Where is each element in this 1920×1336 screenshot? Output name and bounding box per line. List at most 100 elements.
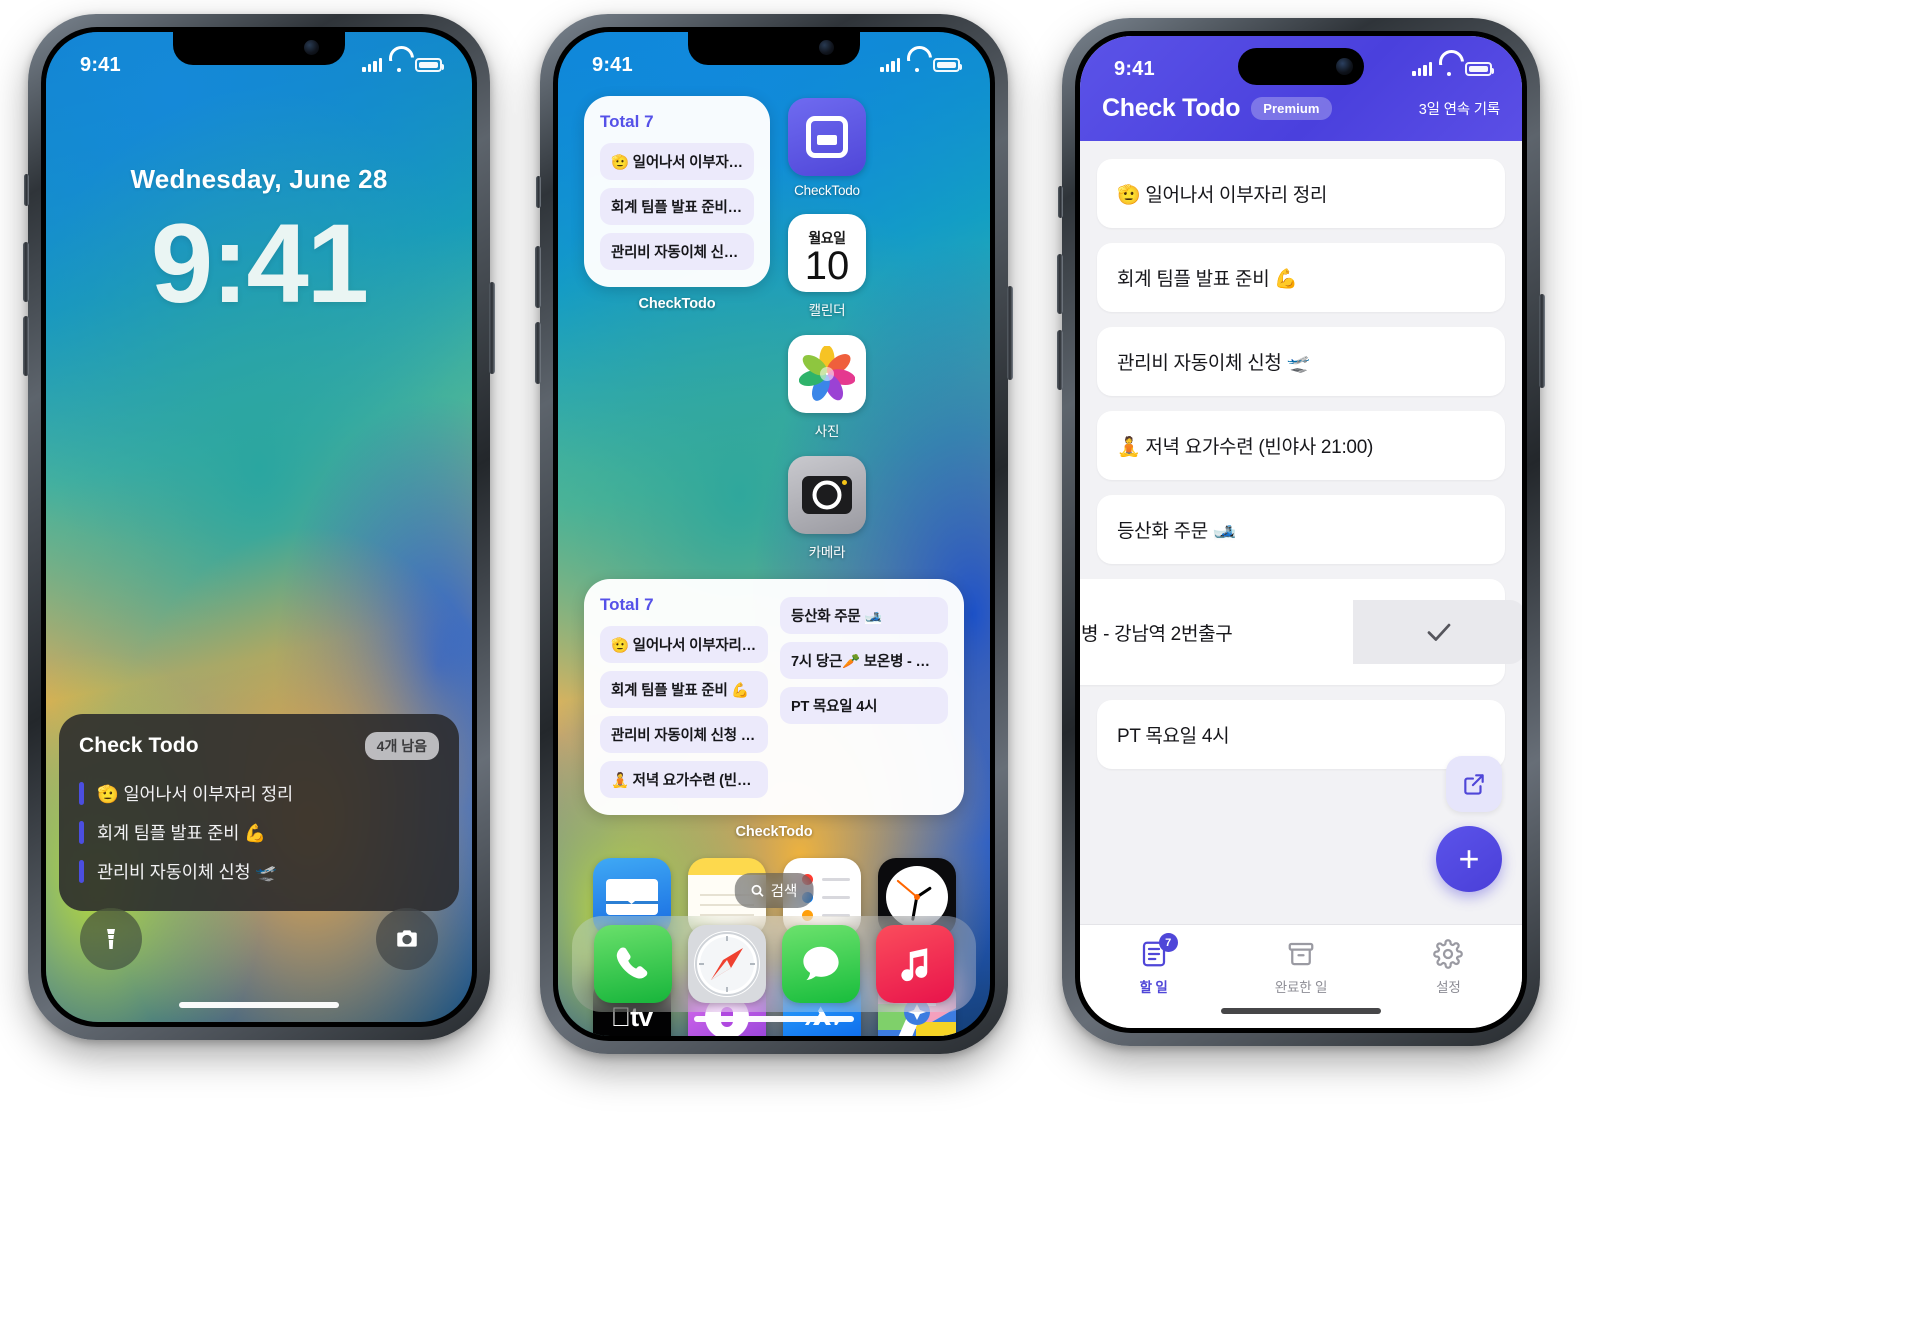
calendar-app-icon: 월요일 10 <box>788 214 866 292</box>
checktodo-app-icon <box>788 98 866 176</box>
volume-up-button[interactable] <box>535 246 541 308</box>
camera-icon <box>397 930 417 947</box>
camera-button[interactable] <box>376 908 438 970</box>
tab-label: 설정 <box>1436 980 1461 995</box>
phone-app-screen: Check Todo Premium 3일 연속 기록 🫡 일어나서 이부자리 … <box>1057 18 1545 1046</box>
todo-item[interactable]: PT 목요일 4시 <box>1097 700 1505 769</box>
widget-todo-chip: 관리비 자동이체 신청 🛫 <box>600 716 768 753</box>
check-todo-app: Check Todo Premium 3일 연속 기록 🫡 일어나서 이부자리 … <box>1080 36 1522 1028</box>
volume-up-button[interactable] <box>23 242 29 302</box>
notification-remaining-badge: 4개 남음 <box>364 732 439 760</box>
phone-lock-screen: 9:41 Wednesday, June 28 9:41 Check Todo … <box>23 14 495 1040</box>
app-checktodo[interactable]: CheckTodo <box>788 98 866 198</box>
volume-down-button[interactable] <box>1057 330 1063 390</box>
notch <box>688 32 860 65</box>
premium-badge[interactable]: Premium <box>1251 97 1332 120</box>
streak-label: 3일 연속 기록 <box>1418 102 1500 118</box>
widget-todo-chip: 회계 팀플 발표 준비 💪 <box>600 188 754 225</box>
camera-app-icon <box>788 456 866 534</box>
power-button[interactable] <box>1539 294 1545 388</box>
home-indicator[interactable] <box>1221 1008 1381 1014</box>
widget-todo-chip: 🧘 저녁 요가수련 (빈야사 21... <box>600 761 768 798</box>
mute-switch[interactable] <box>536 176 541 208</box>
add-todo-button[interactable]: + <box>1436 826 1502 892</box>
search-icon <box>751 884 764 897</box>
page-title: Check Todo <box>1102 94 1241 122</box>
battery-icon <box>415 58 444 72</box>
notification-item: 회계 팀플 발표 준비 💪 <box>79 813 439 852</box>
front-camera-icon <box>1336 58 1353 75</box>
share-button[interactable] <box>1446 756 1502 812</box>
notification-item: 🫡 일어나서 이부자리 정리 <box>79 774 439 813</box>
tab-settings[interactable]: 설정 <box>1375 939 1522 996</box>
tab-label: 할 일 <box>1139 980 1168 995</box>
search-button[interactable]: 검색 <box>734 873 814 908</box>
home-indicator[interactable] <box>179 1002 339 1008</box>
app-calendar[interactable]: 월요일 10 캘린더 <box>788 214 866 319</box>
cellular-bars-icon <box>880 58 900 72</box>
lock-screen: 9:41 Wednesday, June 28 9:41 Check Todo … <box>46 32 472 1022</box>
photos-app-icon <box>788 335 866 413</box>
wifi-icon <box>907 58 926 72</box>
widget-todo-chip: PT 목요일 4시 <box>780 687 948 724</box>
todo-item[interactable]: 관리비 자동이체 신청 🛫 <box>1097 327 1505 396</box>
todo-item[interactable]: 🫡 일어나서 이부자리 정리 <box>1097 159 1505 228</box>
wifi-icon <box>1439 62 1458 76</box>
todo-list: 🫡 일어나서 이부자리 정리 회계 팀플 발표 준비 💪 관리비 자동이체 신청… <box>1080 141 1522 924</box>
phone-app-icon[interactable] <box>594 925 672 1003</box>
mute-switch[interactable] <box>1058 186 1063 218</box>
volume-up-button[interactable] <box>1057 254 1063 314</box>
tab-completed[interactable]: 완료한 일 <box>1227 939 1374 996</box>
todo-item[interactable]: 등산화 주문 🎿 <box>1097 495 1505 564</box>
todo-item-swiped[interactable]: 병 - 강남역 2번출구 <box>1080 579 1522 685</box>
widget-todo-chip: 관리비 자동이체 신청... <box>600 233 754 270</box>
notch <box>173 32 345 65</box>
screenshot-stage: 9:41 Wednesday, June 28 9:41 Check Todo … <box>0 0 1920 1336</box>
flashlight-button[interactable] <box>80 908 142 970</box>
search-label: 검색 <box>770 884 798 900</box>
volume-down-button[interactable] <box>535 322 541 384</box>
widget-name-label: CheckTodo <box>638 296 716 312</box>
cellular-bars-icon <box>362 58 382 72</box>
add-icon: + <box>1458 838 1480 879</box>
notification-card[interactable]: Check Todo 4개 남음 🫡 일어나서 이부자리 정리 회계 팀플 발표… <box>59 714 459 911</box>
app-camera[interactable]: 카메라 <box>788 456 866 561</box>
accent-bar-icon <box>79 860 84 883</box>
messages-app-icon[interactable] <box>782 925 860 1003</box>
home-indicator[interactable] <box>694 1016 854 1022</box>
lock-date: Wednesday, June 28 <box>130 164 388 194</box>
cellular-bars-icon <box>1412 62 1432 76</box>
notification-app-title: Check Todo <box>79 734 199 757</box>
music-app-icon[interactable] <box>876 925 954 1003</box>
widget-todo-chip: 🫡 일어나서 이부자리... <box>600 143 754 180</box>
lock-clock: 9:41 <box>150 201 369 326</box>
tab-todo[interactable]: 7 할 일 <box>1080 933 1227 996</box>
todo-item[interactable]: 회계 팀플 발표 준비 💪 <box>1097 243 1505 312</box>
wifi-icon <box>389 58 408 72</box>
accent-bar-icon <box>79 782 84 805</box>
mute-switch[interactable] <box>24 174 29 206</box>
checktodo-large-widget[interactable]: Total 7 🫡 일어나서 이부자리 정리 회계 팀플 발표 준비 💪 관리비… <box>584 579 964 815</box>
tab-label: 완료한 일 <box>1274 980 1328 995</box>
power-button[interactable] <box>1007 286 1013 380</box>
widget-name-label: CheckTodo <box>735 824 813 840</box>
dock <box>572 916 976 1012</box>
share-icon <box>1464 774 1484 795</box>
power-button[interactable] <box>489 282 495 374</box>
todo-item[interactable]: 🧘 저녁 요가수련 (빈야사 21:00) <box>1097 411 1505 480</box>
battery-icon <box>1465 62 1494 76</box>
app-photos[interactable]: 사진 <box>788 335 866 440</box>
archive-icon <box>1286 939 1316 969</box>
widget-todo-chip: 회계 팀플 발표 준비 💪 <box>600 671 768 708</box>
widget-todo-chip: 🫡 일어나서 이부자리 정리 <box>600 626 768 663</box>
notification-item-text: 🫡 일어나서 이부자리 정리 <box>97 784 293 804</box>
volume-down-button[interactable] <box>23 316 29 376</box>
gear-icon <box>1433 939 1464 969</box>
safari-app-icon[interactable] <box>688 925 766 1003</box>
notification-item-text: 관리비 자동이체 신청 🛫 <box>97 862 277 882</box>
todo-list-icon: 7 <box>1139 933 1178 969</box>
checktodo-small-widget[interactable]: Total 7 🫡 일어나서 이부자리... 회계 팀플 발표 준비 💪 관리비… <box>584 96 770 287</box>
battery-icon <box>933 58 962 72</box>
home-screen: 9:41 Total 7 🫡 일어나서 이부자리... 회계 팀플 발표 준비 … <box>558 32 990 1036</box>
complete-action-button[interactable] <box>1353 600 1522 664</box>
